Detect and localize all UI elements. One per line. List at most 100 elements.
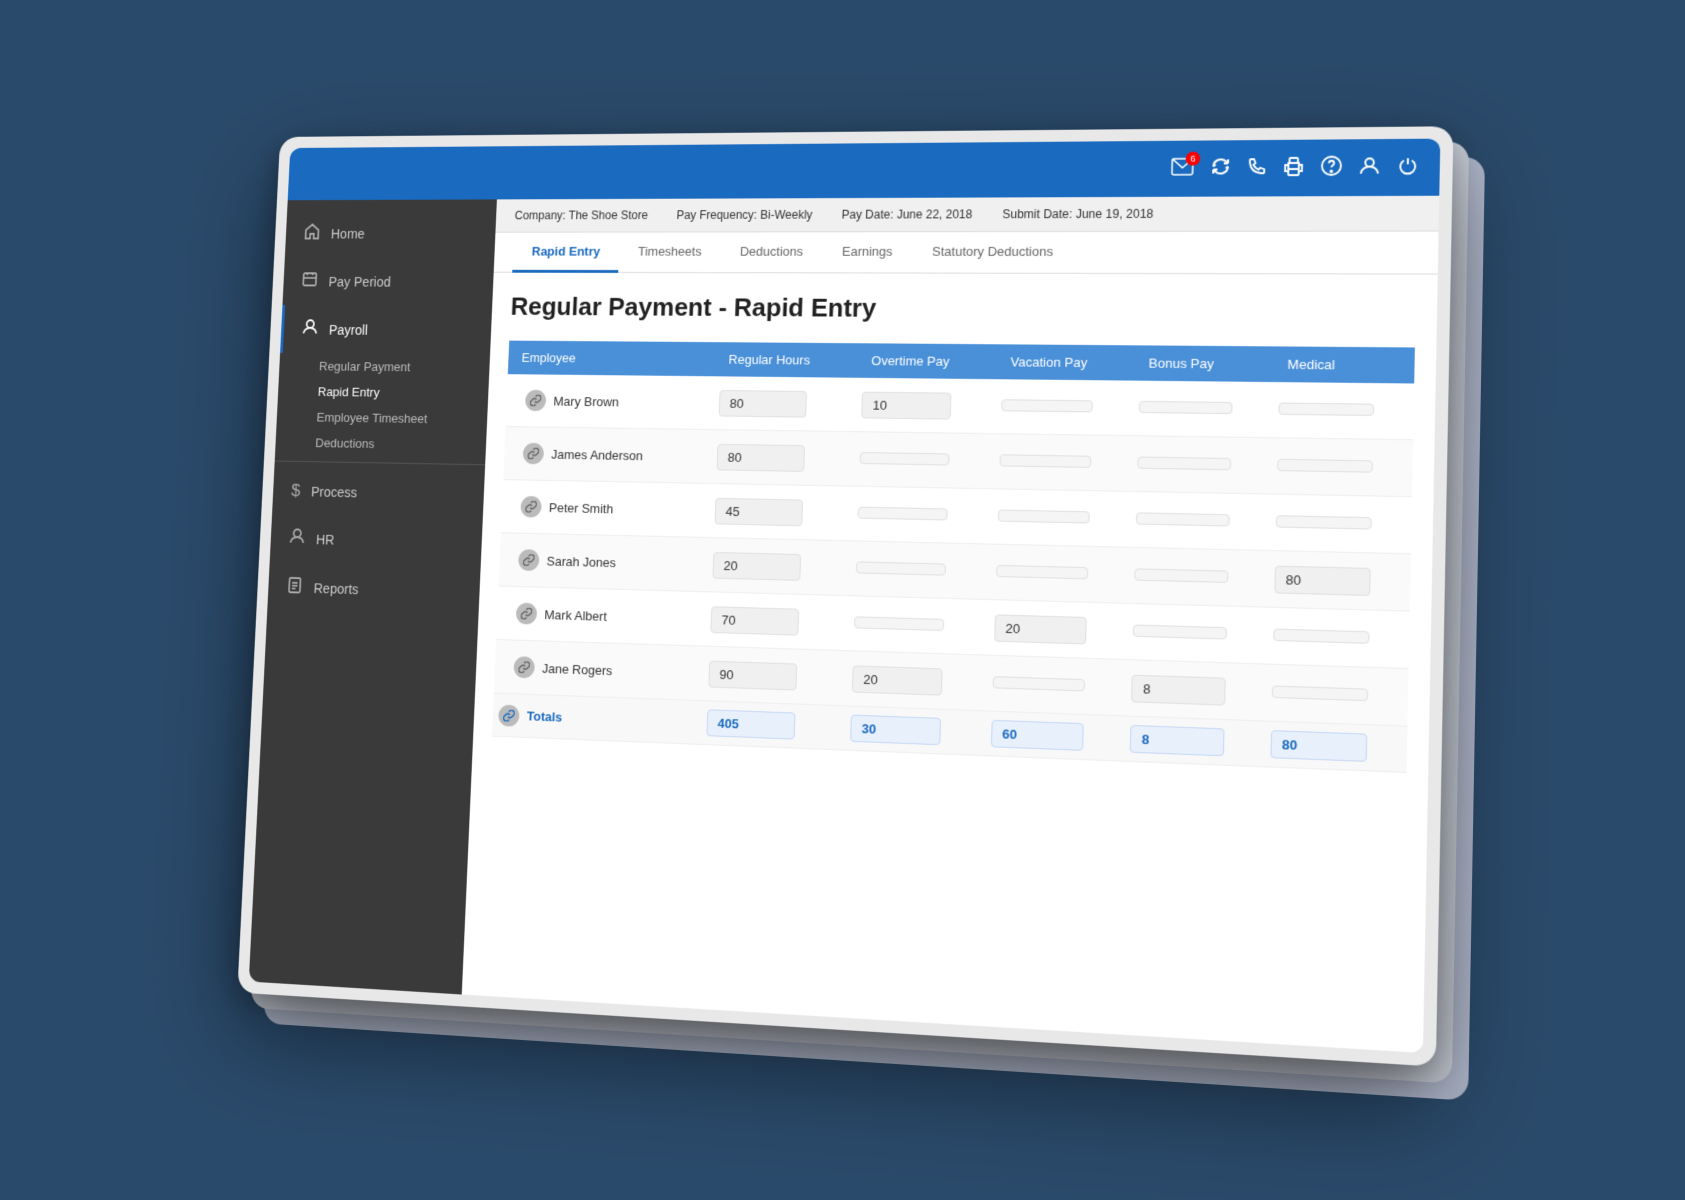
employee-name-cell: Peter Smith <box>500 480 709 538</box>
cell-bonus_pay[interactable]: 8 <box>1124 660 1265 721</box>
cell-overtime_pay[interactable]: 10 <box>855 378 996 434</box>
cell-regular_hours[interactable]: 20 <box>706 538 851 596</box>
cell-overtime_pay[interactable] <box>851 486 992 544</box>
cell-bonus_pay[interactable] <box>1129 491 1270 550</box>
user-icon[interactable] <box>1358 155 1380 181</box>
input-overtime_pay[interactable] <box>854 616 944 631</box>
cell-vacation_pay[interactable] <box>989 544 1129 603</box>
sidebar: Home Pay Period <box>248 199 496 994</box>
employee-name: Peter Smith <box>548 500 613 516</box>
input-overtime_pay[interactable] <box>856 561 946 575</box>
sidebar-payroll-label: Payroll <box>328 322 368 337</box>
input-bonus_pay[interactable] <box>1134 568 1228 583</box>
content-panel: Company: The Shoe Store Pay Frequency: B… <box>461 196 1439 1053</box>
tab-rapid-entry[interactable]: Rapid Entry <box>512 233 620 273</box>
print-icon[interactable] <box>1282 155 1304 180</box>
input-medical[interactable] <box>1278 402 1374 415</box>
reports-icon <box>285 576 302 598</box>
employee-name: Mark Albert <box>544 607 607 624</box>
col-overtime-pay: Overtime Pay <box>856 343 996 379</box>
cell-vacation_pay[interactable] <box>990 489 1130 547</box>
cell-vacation_pay[interactable] <box>985 655 1126 716</box>
cell-regular_hours[interactable]: 45 <box>708 483 853 540</box>
cell-medical[interactable] <box>1268 494 1411 554</box>
col-regular-hours: Regular Hours <box>714 342 858 378</box>
input-bonus_pay[interactable]: 8 <box>1131 674 1226 705</box>
sidebar-process-label: Process <box>310 484 357 500</box>
hr-icon <box>288 527 305 549</box>
input-medical[interactable] <box>1275 515 1371 529</box>
input-overtime_pay[interactable] <box>859 452 949 465</box>
input-regular_hours[interactable]: 80 <box>718 390 806 418</box>
device-screen: 6 <box>248 139 1440 1053</box>
total-value-vacation_pay: 60 <box>990 720 1083 751</box>
power-icon[interactable] <box>1396 155 1418 181</box>
input-bonus_pay[interactable] <box>1133 624 1227 639</box>
page-content: Regular Payment - Rapid Entry Employee R… <box>461 273 1437 1053</box>
cell-medical[interactable] <box>1271 382 1414 440</box>
sidebar-item-hr[interactable]: HR <box>269 514 482 568</box>
cell-vacation_pay[interactable] <box>992 434 1132 492</box>
cell-overtime_pay[interactable]: 20 <box>845 651 987 711</box>
sidebar-reports-label: Reports <box>313 580 358 597</box>
col-vacation-pay: Vacation Pay <box>995 344 1134 380</box>
col-medical: Medical <box>1272 346 1414 383</box>
input-regular_hours[interactable]: 80 <box>716 443 805 471</box>
link-icon[interactable] <box>522 443 544 465</box>
home-icon <box>303 223 320 245</box>
input-medical[interactable] <box>1272 628 1368 643</box>
input-vacation_pay[interactable] <box>999 454 1091 468</box>
total-cell-bonus_pay: 8 <box>1123 716 1264 767</box>
input-overtime_pay[interactable] <box>857 506 947 520</box>
cell-overtime_pay[interactable] <box>853 432 994 489</box>
cell-regular_hours[interactable]: 80 <box>710 430 855 487</box>
cell-bonus_pay[interactable] <box>1130 436 1270 494</box>
input-bonus_pay[interactable] <box>1139 400 1233 413</box>
link-icon[interactable] <box>515 603 537 625</box>
link-icon[interactable] <box>513 656 535 678</box>
input-bonus_pay[interactable] <box>1137 456 1231 470</box>
cell-bonus_pay[interactable] <box>1132 381 1272 438</box>
employee-name-cell: Mark Albert <box>496 586 706 646</box>
sidebar-sub-rapid-entry[interactable]: Rapid Entry <box>277 378 488 406</box>
cell-overtime_pay[interactable] <box>849 541 990 600</box>
total-cell-overtime_pay: 30 <box>844 706 986 756</box>
sidebar-sub-regular-payment[interactable]: Regular Payment <box>278 353 489 381</box>
sidebar-item-payroll[interactable]: Payroll <box>280 305 492 355</box>
link-icon[interactable] <box>517 549 539 571</box>
cell-medical[interactable] <box>1269 438 1412 497</box>
sidebar-home-label: Home <box>330 226 364 241</box>
tab-earnings[interactable]: Earnings <box>821 232 912 273</box>
refresh-icon[interactable] <box>1209 156 1230 181</box>
sidebar-sub-employee-timesheet[interactable]: Employee Timesheet <box>276 404 487 433</box>
page-title: Regular Payment - Rapid Entry <box>510 292 1416 327</box>
employee-name: Jane Rogers <box>541 661 612 678</box>
sidebar-payperiod-label: Pay Period <box>328 274 391 289</box>
cell-bonus_pay[interactable] <box>1127 547 1268 607</box>
tab-timesheets[interactable]: Timesheets <box>618 232 721 273</box>
totals-label: Totals <box>526 709 562 725</box>
sidebar-sub-deductions[interactable]: Deductions <box>275 429 487 458</box>
input-bonus_pay[interactable] <box>1136 512 1230 526</box>
sidebar-hr-label: HR <box>315 531 334 547</box>
help-icon[interactable] <box>1320 155 1342 180</box>
cell-overtime_pay[interactable] <box>847 596 989 655</box>
input-vacation_pay[interactable] <box>995 564 1087 578</box>
mail-badge: 6 <box>1185 151 1200 165</box>
company-info: Company: The Shoe Store <box>514 208 648 222</box>
input-vacation_pay[interactable] <box>992 676 1084 691</box>
dollar-icon: $ <box>290 481 300 501</box>
cell-bonus_pay[interactable] <box>1126 603 1267 664</box>
employee-name: Mary Brown <box>553 393 619 408</box>
phone-icon[interactable] <box>1247 157 1266 180</box>
total-cell-regular_hours: 405 <box>700 701 845 750</box>
employee-name: Sarah Jones <box>546 553 616 569</box>
sidebar-item-payperiod[interactable]: Pay Period <box>282 257 494 306</box>
input-overtime_pay[interactable]: 20 <box>852 665 943 695</box>
input-vacation_pay[interactable] <box>997 509 1089 523</box>
employee-name: James Anderson <box>550 447 642 463</box>
input-vacation_pay[interactable]: 20 <box>993 614 1086 644</box>
top-bar-icons: 6 <box>1170 155 1418 182</box>
sidebar-item-home[interactable]: Home <box>284 209 496 258</box>
cell-vacation_pay[interactable] <box>994 379 1134 435</box>
